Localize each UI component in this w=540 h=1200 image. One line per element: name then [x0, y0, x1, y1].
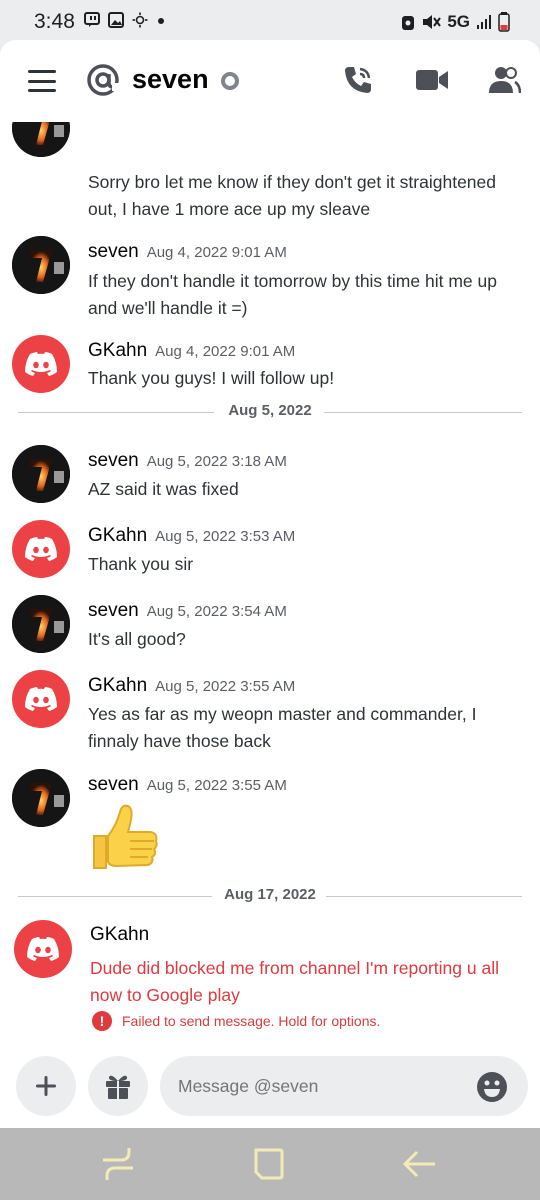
at-icon: [87, 64, 120, 96]
date-divider: Aug 5, 2022: [18, 402, 522, 422]
alarm-icon: [402, 16, 415, 30]
video-icon[interactable]: [414, 62, 450, 98]
network-type: 5G: [447, 12, 470, 31]
timestamp: Aug 5, 2022 3:55 AM: [155, 678, 296, 695]
author-name[interactable]: seven: [88, 450, 139, 471]
emoji-icon[interactable]: [476, 1071, 508, 1103]
message-header: GKahn Aug 5, 2022 3:55 AM: [88, 675, 295, 697]
author-name[interactable]: GKahn: [88, 340, 147, 361]
author-name[interactable]: seven: [88, 774, 139, 795]
brightness-icon: [132, 12, 148, 28]
presence-status-icon: [221, 72, 239, 90]
message-list[interactable]: Sorry bro let me know if they don't get …: [0, 122, 540, 1052]
hamburger-icon[interactable]: [28, 70, 56, 92]
battery-icon: [498, 12, 510, 32]
chat-window: seven Sorry bro let me know if they don'…: [0, 40, 540, 1128]
dot-icon: [158, 18, 164, 24]
message-text: It's all good?: [88, 629, 186, 649]
date-divider: Aug 17, 2022: [18, 886, 522, 906]
discord-logo-icon: [27, 937, 59, 961]
avatar[interactable]: [12, 520, 70, 578]
message-header: GKahn Aug 5, 2022 3:53 AM: [88, 525, 295, 547]
message-header: seven Aug 5, 2022 3:18 AM: [88, 450, 287, 472]
author-name[interactable]: GKahn: [90, 924, 149, 945]
members-icon[interactable]: [486, 62, 522, 98]
back-icon[interactable]: [398, 1144, 438, 1184]
thumbs-up-emoji-icon: [93, 804, 158, 869]
message-text: Sorry bro let me know if they don't get …: [88, 172, 496, 219]
status-time: 3:48: [34, 10, 75, 33]
message-header: seven Aug 5, 2022 3:54 AM: [88, 600, 287, 622]
message-text: AZ said it was fixed: [88, 479, 239, 499]
author-name[interactable]: seven: [88, 241, 139, 262]
timestamp: Aug 4, 2022 9:01 AM: [155, 343, 296, 360]
timestamp: Aug 5, 2022 3:53 AM: [155, 528, 296, 545]
message-text: Thank you guys! I will follow up!: [88, 368, 335, 388]
message-text: If they don't handle it tomorrow by this…: [88, 271, 497, 318]
avatar[interactable]: [12, 769, 70, 827]
message-composer: [0, 1048, 540, 1128]
avatar[interactable]: [12, 122, 70, 157]
status-notification-icons: [84, 12, 166, 28]
timestamp: Aug 4, 2022 9:01 AM: [146, 244, 287, 261]
timestamp: Aug 5, 2022 3:54 AM: [146, 603, 287, 620]
message-header: GKahn Aug 4, 2022 9:01 AM: [88, 340, 295, 362]
send-error-row[interactable]: ! Failed to send message. Hold for optio…: [92, 1011, 380, 1031]
date-divider-label: Aug 5, 2022: [228, 402, 312, 419]
author-name[interactable]: seven: [88, 600, 139, 621]
avatar[interactable]: [12, 445, 70, 503]
message-input[interactable]: [160, 1056, 528, 1116]
message-header: GKahn: [90, 924, 149, 946]
recent-apps-icon[interactable]: [98, 1144, 138, 1184]
discord-logo-icon: [25, 537, 57, 561]
avatar[interactable]: [12, 236, 70, 294]
system-nav-bar: [0, 1128, 540, 1200]
timestamp: Aug 5, 2022 3:18 AM: [146, 453, 287, 470]
status-bar: 3:48 5G: [0, 0, 540, 42]
timestamp: Aug 5, 2022 3:55 AM: [146, 777, 287, 794]
avatar[interactable]: [12, 595, 70, 653]
gift-icon[interactable]: [88, 1056, 148, 1116]
gallery-icon: [108, 12, 124, 28]
message-text: Thank you sir: [88, 554, 194, 574]
avatar[interactable]: [12, 335, 70, 393]
message-text: Yes as far as my weopn master and comman…: [88, 704, 477, 751]
send-error-text: Failed to send message. Hold for options…: [122, 1013, 381, 1029]
discord-logo-icon: [25, 352, 57, 376]
failed-message-text[interactable]: Dude did blocked me from channel I'm rep…: [90, 955, 520, 1009]
author-name[interactable]: GKahn: [88, 525, 147, 546]
error-icon: !: [92, 1011, 112, 1031]
mute-icon: [423, 15, 442, 29]
call-icon[interactable]: [340, 62, 376, 98]
message-header: seven Aug 4, 2022 9:01 AM: [88, 241, 287, 263]
avatar[interactable]: [12, 670, 70, 728]
message-header: seven Aug 5, 2022 3:55 AM: [88, 774, 287, 796]
plus-icon[interactable]: [16, 1056, 76, 1116]
avatar[interactable]: [14, 920, 72, 978]
channel-title: seven: [132, 64, 209, 94]
status-system-icons: 5G: [401, 12, 510, 32]
chat-header: seven: [0, 40, 540, 122]
discord-logo-icon: [25, 687, 57, 711]
home-icon[interactable]: [248, 1144, 288, 1184]
signal-icon: [477, 15, 491, 29]
twitch-icon: [84, 12, 100, 27]
date-divider-label: Aug 17, 2022: [224, 886, 316, 903]
author-name[interactable]: GKahn: [88, 675, 147, 696]
